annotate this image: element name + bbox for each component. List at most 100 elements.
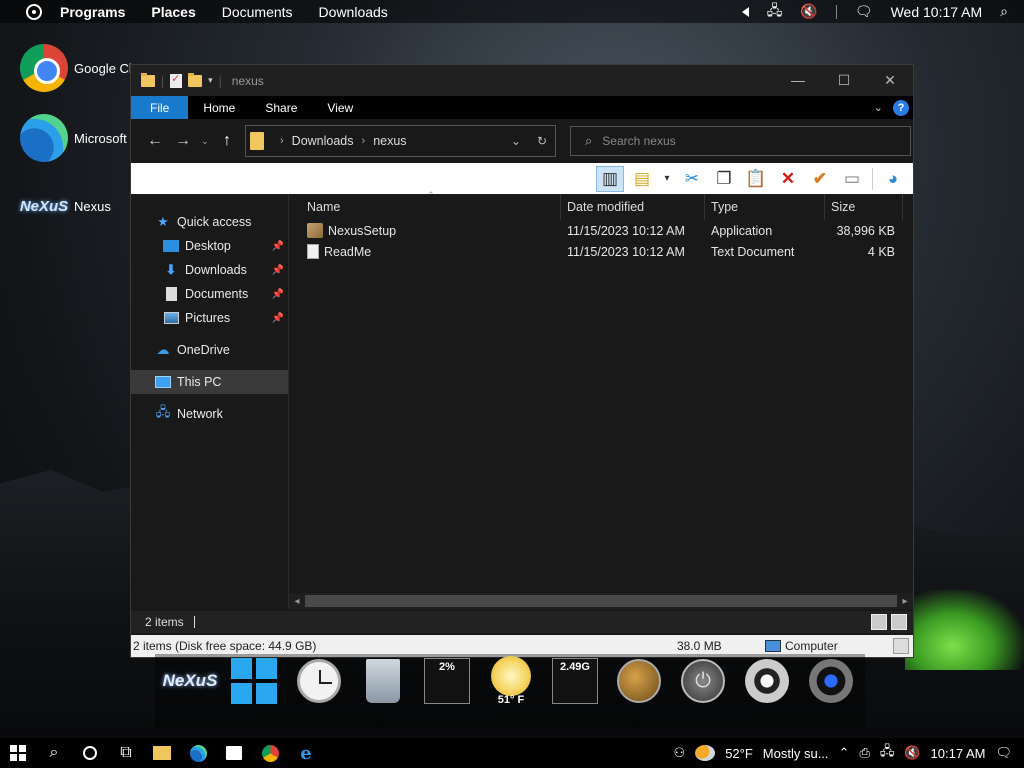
menu-programs[interactable]: Programs	[60, 4, 125, 20]
dock-globe[interactable]	[612, 656, 666, 706]
start-button[interactable]	[0, 738, 36, 768]
pin-icon[interactable]: 📌	[272, 241, 284, 252]
dock-audio[interactable]	[740, 656, 794, 706]
table-row[interactable]: NexusSetup 11/15/2023 10:12 AM Applicati…	[289, 220, 913, 241]
sidebar-item-this-pc[interactable]: This PC	[131, 370, 288, 394]
pin-icon[interactable]: 📌	[272, 265, 284, 276]
refresh-icon[interactable]: ↻	[537, 134, 547, 148]
network-icon[interactable]: 🖧	[880, 742, 895, 764]
weather-temp[interactable]: 52°F	[725, 746, 753, 761]
dock-clock[interactable]	[292, 656, 346, 706]
address-bar[interactable]: › Downloads › nexus ⌄ ↻	[245, 125, 556, 157]
taskbar-store[interactable]	[216, 738, 252, 768]
checkmark-icon[interactable]: ✔	[806, 166, 834, 192]
dock-recycle-bin[interactable]	[356, 656, 410, 706]
pin-icon[interactable]: 📌	[272, 289, 284, 300]
tab-view[interactable]: View	[312, 96, 368, 119]
address-dropdown-icon[interactable]: ⌄	[511, 134, 521, 148]
menu-circle-icon[interactable]	[26, 3, 42, 20]
column-date-modified[interactable]: Date modified	[561, 194, 705, 220]
menu-places[interactable]: Places	[151, 4, 195, 20]
tray-expand-icon[interactable]: ⌃	[839, 745, 850, 761]
desktop-icon-nexus[interactable]: NeXuS Nexus	[20, 182, 111, 230]
taskbar-clock[interactable]: 10:17 AM	[931, 746, 986, 761]
taskbar-chrome[interactable]	[252, 738, 288, 768]
title-bar[interactable]: | ▾ | nexus — ☐ ✕	[131, 65, 913, 96]
column-name[interactable]: Name	[289, 194, 561, 220]
copy-icon[interactable]: ❐	[710, 166, 738, 192]
horizontal-scrollbar[interactable]: ◂ ▸	[289, 593, 913, 609]
taskbar-edge[interactable]	[180, 738, 216, 768]
up-arrow-icon[interactable]: ↑	[213, 132, 241, 150]
dock-windows[interactable]	[227, 656, 281, 706]
column-type[interactable]: Type	[705, 194, 825, 220]
sidebar-item-desktop[interactable]: Desktop 📌	[131, 234, 288, 258]
sidebar-item-network[interactable]: 🖧 Network	[131, 402, 288, 426]
search-icon[interactable]: ⌕	[1000, 3, 1008, 20]
minimize-button[interactable]: —	[775, 72, 821, 89]
dock-power[interactable]: ⏻	[676, 656, 730, 706]
details-view-button[interactable]	[871, 614, 887, 630]
desktop-icon-chrome[interactable]: Google Ch	[20, 44, 136, 92]
tab-file[interactable]: File	[131, 96, 189, 119]
taskbar-explorer[interactable]	[144, 738, 180, 768]
recent-locations-icon[interactable]: ⌄	[197, 136, 213, 147]
search-box[interactable]: ⌕ Search nexus	[570, 126, 911, 156]
column-size[interactable]: Size	[825, 194, 903, 220]
help-icon[interactable]: ?	[893, 99, 909, 116]
rename-icon[interactable]: ▭	[838, 166, 866, 192]
sidebar-item-downloads[interactable]: ⬇ Downloads 📌	[131, 258, 288, 282]
menu-downloads[interactable]: Downloads	[319, 4, 388, 20]
maximize-button[interactable]: ☐	[821, 72, 867, 89]
taskbar-ie[interactable]: e	[288, 738, 324, 768]
ribbon-expand-icon[interactable]: ⌄	[874, 101, 883, 114]
dock-cpu-meter[interactable]: 2%	[420, 656, 474, 706]
new-folder-button[interactable]: ▤	[628, 166, 656, 192]
weather-desc[interactable]: Mostly su...	[763, 746, 829, 761]
sidebar-item-documents[interactable]: Documents 📌	[131, 282, 288, 306]
chevron-right-icon[interactable]: ›	[362, 135, 366, 147]
dock-memory-meter[interactable]: 2.49G	[548, 656, 602, 706]
search-input[interactable]: Search nexus	[602, 134, 675, 148]
cut-icon[interactable]: ✂	[678, 166, 706, 192]
large-icons-view-button[interactable]	[891, 614, 907, 630]
desktop-icon-edge[interactable]: Microsoft E	[20, 114, 139, 162]
breadcrumb-nexus[interactable]: nexus	[373, 134, 406, 148]
new-folder-icon[interactable]	[188, 72, 203, 87]
volume-muted-icon[interactable]: 🔇	[904, 745, 920, 761]
delete-icon[interactable]: ✕	[774, 166, 802, 192]
notification-icon[interactable]: 🗨	[855, 3, 873, 20]
paste-icon[interactable]: 📋	[742, 166, 770, 192]
sidebar-item-onedrive[interactable]: ☁ OneDrive	[131, 338, 288, 362]
properties-icon[interactable]	[170, 72, 183, 88]
device-icon[interactable]: ⎙	[859, 745, 869, 761]
sidebar-item-quick-access[interactable]: ★ Quick access	[131, 210, 288, 234]
resize-grip[interactable]	[893, 638, 909, 654]
people-icon[interactable]: ⚇	[674, 745, 686, 761]
shell-icon[interactable]: ◕	[879, 166, 907, 192]
tab-home[interactable]: Home	[188, 96, 250, 119]
tray-expand-icon[interactable]	[741, 6, 749, 17]
volume-muted-icon[interactable]: 🔇	[800, 3, 817, 20]
pin-icon[interactable]: 📌	[272, 313, 284, 324]
dock-nexus[interactable]: NeXuS	[163, 656, 218, 706]
task-view-button[interactable]: ⧉	[108, 738, 144, 768]
sidebar-item-pictures[interactable]: Pictures 📌	[131, 306, 288, 330]
network-icon[interactable]: 🖧	[767, 0, 783, 24]
weather-icon[interactable]	[695, 745, 716, 761]
table-row[interactable]: ReadMe 11/15/2023 10:12 AM Text Document…	[289, 241, 913, 262]
breadcrumb-downloads[interactable]: Downloads	[292, 134, 354, 148]
dock-camera[interactable]	[804, 656, 858, 706]
scroll-left-icon[interactable]: ◂	[289, 596, 305, 607]
scroll-right-icon[interactable]: ▸	[897, 596, 913, 607]
dock-weather[interactable]: 51° F	[484, 656, 538, 706]
qa-dropdown-icon[interactable]: ▾	[208, 75, 213, 86]
forward-arrow-icon[interactable]: →	[169, 132, 197, 150]
back-arrow-icon[interactable]: ←	[141, 132, 169, 150]
tab-share[interactable]: Share	[250, 96, 312, 119]
chevron-right-icon[interactable]: ›	[280, 135, 284, 147]
menubar-clock[interactable]: Wed 10:17 AM	[891, 4, 983, 20]
preview-pane-button[interactable]: ▥	[596, 165, 624, 192]
close-button[interactable]: ✕	[867, 72, 913, 89]
search-button[interactable]: ⌕	[36, 738, 72, 768]
